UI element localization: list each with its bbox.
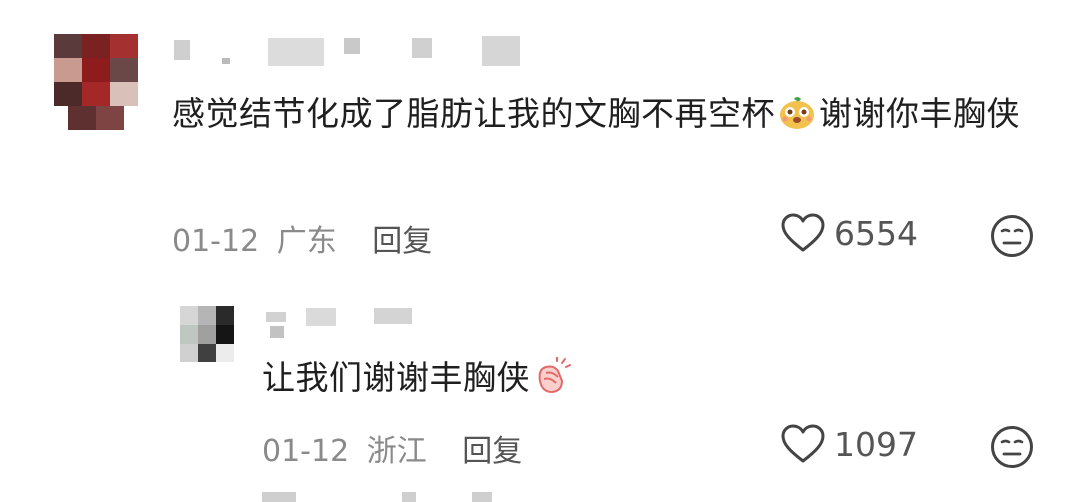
meh-face-icon[interactable] bbox=[990, 214, 1034, 258]
face-emoji-icon bbox=[780, 97, 814, 129]
comment-location: 广东 bbox=[276, 224, 337, 259]
username-blurred[interactable] bbox=[172, 34, 522, 66]
heart-outline-icon bbox=[781, 213, 825, 252]
clap-emoji-icon bbox=[538, 357, 571, 394]
comment-text-part: 让我们谢谢丰胸侠 bbox=[262, 358, 530, 397]
comment-text-part: 谢谢你丰胸侠 bbox=[819, 94, 1020, 133]
comment: 感觉结节化成了脂肪让我的文胸不再空杯 谢谢你丰胸侠 01-12 广东 回复 655… bbox=[0, 0, 1080, 280]
like-button[interactable]: 6554 bbox=[780, 212, 918, 254]
avatar[interactable] bbox=[54, 34, 138, 130]
like-count: 1097 bbox=[834, 424, 918, 464]
comment-meta: 01-12 浙江 回复 bbox=[262, 426, 522, 470]
reply-button[interactable]: 回复 bbox=[462, 434, 522, 469]
heart-outline-icon bbox=[781, 424, 825, 463]
comment-date: 01-12 bbox=[172, 224, 260, 259]
like-count: 6554 bbox=[834, 213, 918, 253]
like-button[interactable]: 1097 bbox=[780, 423, 918, 465]
comment-location: 浙江 bbox=[366, 434, 427, 469]
comment-text: 感觉结节化成了脂肪让我的文胸不再空杯 谢谢你丰胸侠 bbox=[172, 85, 1032, 143]
reply-button[interactable]: 回复 bbox=[372, 224, 432, 259]
reply-comment: 让我们谢谢丰胸侠 01-12 浙江 回复 1097 bbox=[0, 290, 1080, 502]
meh-face-icon[interactable] bbox=[990, 425, 1034, 469]
comment-date: 01-12 bbox=[262, 434, 350, 469]
avatar[interactable] bbox=[180, 306, 234, 362]
comment-text: 让我们谢谢丰胸侠 bbox=[262, 349, 962, 407]
username-blurred[interactable] bbox=[262, 306, 422, 338]
comment-text-part: 感觉结节化成了脂肪让我的文胸不再空杯 bbox=[172, 94, 775, 133]
comment-meta: 01-12 广东 回复 bbox=[172, 216, 432, 260]
next-comment-partial bbox=[262, 492, 502, 502]
